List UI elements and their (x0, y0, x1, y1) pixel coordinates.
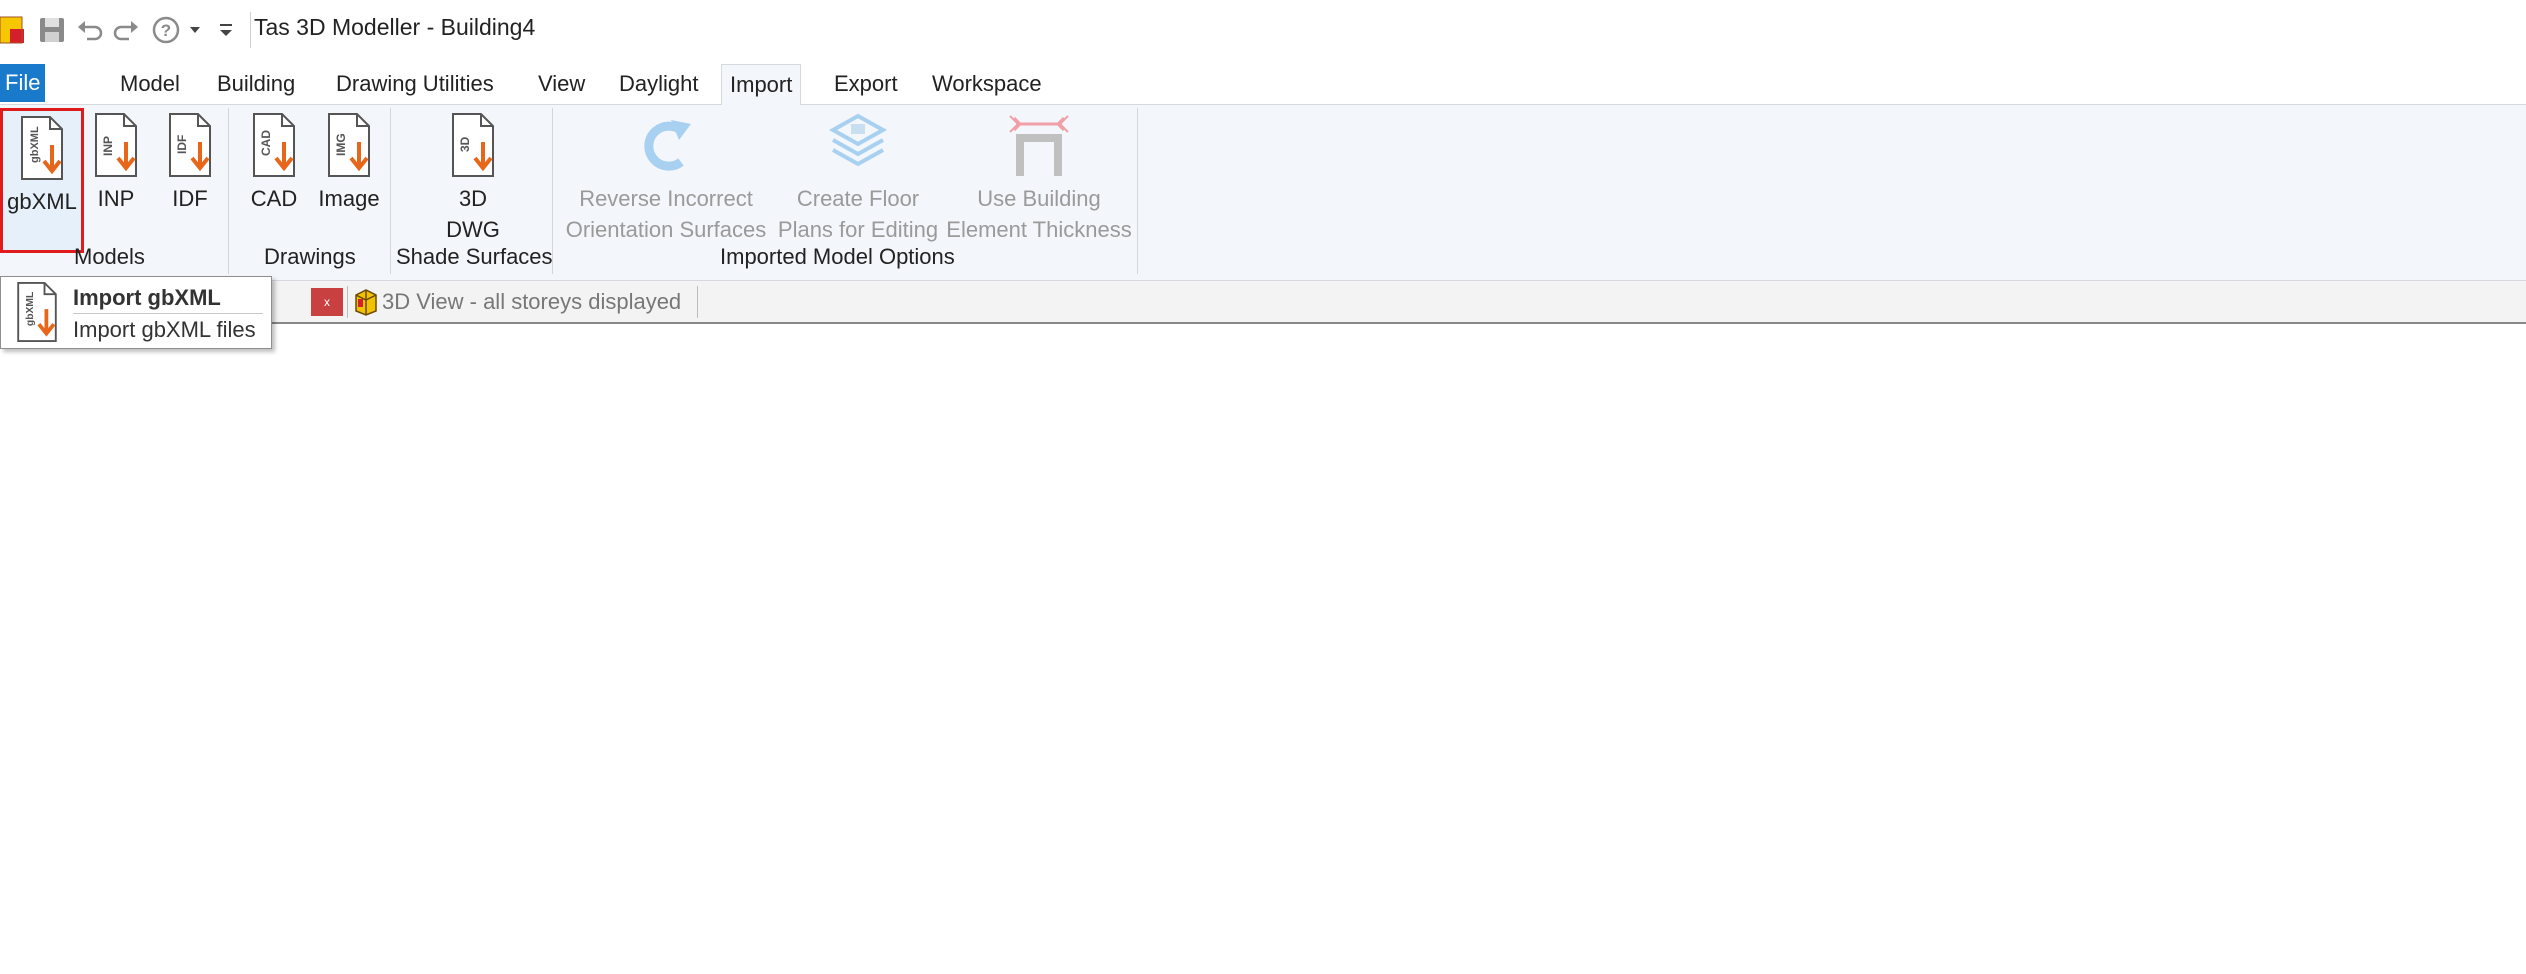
group-separator (390, 108, 391, 274)
redo-icon[interactable] (110, 14, 142, 46)
thickness-label-line1: Use Building (977, 186, 1101, 211)
image-file-icon: IMG (323, 112, 375, 183)
dropdown-arrow-icon[interactable] (186, 14, 204, 46)
use-building-element-thickness-button[interactable]: Use Building Element Thickness (944, 108, 1134, 253)
svg-text:INP: INP (101, 136, 115, 156)
thickness-label-line2: Element Thickness (946, 217, 1132, 242)
tab-drawing-utilities[interactable]: Drawing Utilities (328, 64, 502, 104)
svg-text:CAD: CAD (259, 130, 273, 156)
tooltip-divider (73, 313, 263, 314)
tab-import[interactable]: Import (721, 64, 802, 106)
import-cad-button[interactable]: CAD CAD (244, 108, 304, 253)
tab-export[interactable]: Export (826, 64, 906, 104)
floor-plans-label-line1: Create Floor (796, 186, 920, 211)
svg-text:3D: 3D (458, 136, 472, 152)
gbxml-label: gbXML (7, 189, 77, 214)
tooltip-title: Import gbXML (73, 285, 221, 310)
group-label-imported-model-options: Imported Model Options (720, 244, 955, 269)
model-workspace[interactable] (0, 324, 2526, 974)
tab-view[interactable]: View (530, 64, 593, 104)
app-icon[interactable] (0, 14, 26, 46)
import-inp-button[interactable]: INP INP (88, 108, 144, 253)
undo-icon[interactable] (74, 14, 106, 46)
svg-text:gbXML: gbXML (29, 126, 41, 163)
title-bar: ? Tas 3D Modeller - Building4 (0, 0, 2526, 60)
group-separator (552, 108, 553, 274)
3d-view-icon (352, 287, 380, 322)
inp-label: INP (97, 186, 135, 211)
import-gbxml-button[interactable]: gbXML gbXML (0, 108, 84, 253)
import-idf-button[interactable]: IDF IDF (162, 108, 218, 253)
customize-icon[interactable] (216, 14, 236, 46)
view-tab-separator (347, 286, 348, 318)
tab-daylight[interactable]: Daylight (611, 64, 706, 104)
reverse-orientation-icon (635, 112, 697, 183)
group-label-drawings: Drawings (264, 244, 356, 269)
svg-text:IDF: IDF (175, 135, 189, 154)
tab-file[interactable]: File (0, 64, 46, 102)
gbxml-file-icon: gbXML (16, 115, 68, 186)
floor-plans-icon (827, 112, 889, 183)
element-thickness-icon (1006, 112, 1072, 183)
inp-file-icon: INP (90, 112, 142, 183)
help-icon[interactable]: ? (150, 14, 182, 46)
cad-label: CAD (250, 186, 298, 211)
dwg-3d-file-icon: 3D (447, 112, 499, 183)
svg-text:IMG: IMG (334, 133, 348, 156)
group-label-shade-surfaces: Shade Surfaces (396, 244, 553, 269)
svg-text:gbXML: gbXML (25, 292, 36, 326)
dwg-3d-label-line2: DWG (446, 217, 500, 242)
save-icon[interactable] (36, 14, 68, 46)
window-title: Tas 3D Modeller - Building4 (254, 14, 536, 40)
reverse-label-line2: Orientation Surfaces (565, 217, 767, 242)
tab-model[interactable]: Model (112, 64, 188, 104)
tooltip-description: Import gbXML files (73, 317, 256, 342)
group-separator (1137, 108, 1138, 274)
reverse-label-line1: Reverse Incorrect (579, 186, 753, 211)
cad-file-icon: CAD (248, 112, 300, 183)
title-separator (250, 12, 251, 48)
group-label-models: Models (74, 244, 145, 269)
tab-building[interactable]: Building (209, 64, 303, 104)
create-floor-plans-for-editing-button[interactable]: Create Floor Plans for Editing (774, 108, 942, 253)
idf-file-icon: IDF (164, 112, 216, 183)
reverse-incorrect-orientation-surfaces-button[interactable]: Reverse Incorrect Orientation Surfaces (562, 108, 770, 253)
view-tab-separator (697, 286, 698, 318)
view-tab-3d-view[interactable]: 3D View - all storeys displayed (382, 289, 681, 315)
image-label: Image (318, 186, 380, 211)
close-view-tab-button[interactable]: x (311, 288, 343, 316)
import-3d-dwg-button[interactable]: 3D 3D DWG (440, 108, 506, 253)
tab-workspace[interactable]: Workspace (924, 64, 1050, 104)
tooltip: gbXML Import gbXML Import gbXML files (0, 276, 272, 349)
gbxml-file-icon: gbXML (9, 281, 65, 348)
dwg-3d-label-line1: 3D (458, 186, 488, 211)
import-image-button[interactable]: IMG Image (314, 108, 384, 253)
svg-text:?: ? (161, 21, 171, 40)
group-separator (228, 108, 229, 274)
idf-label: IDF (172, 186, 208, 211)
floor-plans-label-line2: Plans for Editing (777, 217, 939, 242)
